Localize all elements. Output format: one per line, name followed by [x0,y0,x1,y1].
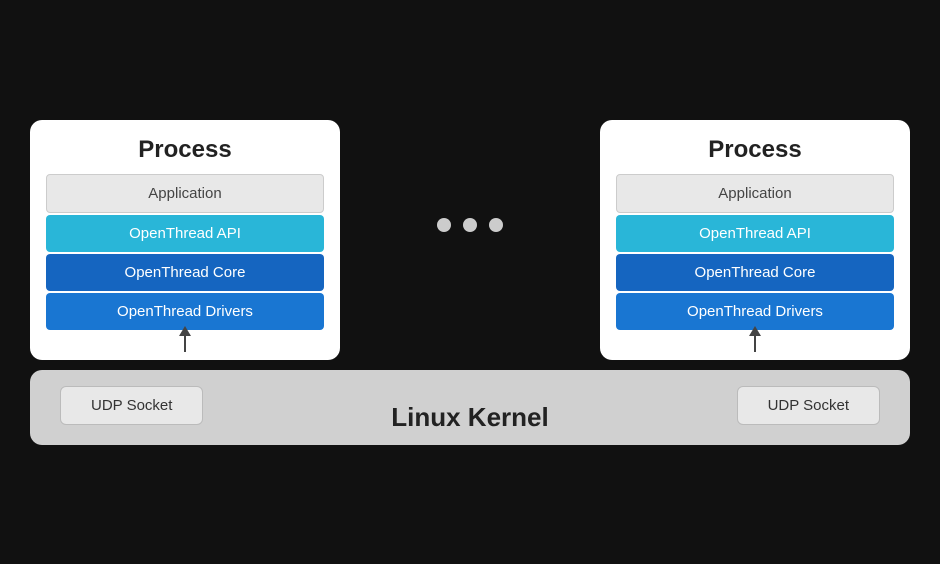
arrow-head-right [749,326,761,336]
layer-drivers-left: OpenThread Drivers [46,293,324,330]
top-wrapper: Process Application OpenThread API OpenT… [30,120,910,360]
dot-2 [463,218,477,232]
arrow-line-right [754,336,756,352]
process-box-left: Process Application OpenThread API OpenT… [30,120,340,360]
dot-3 [489,218,503,232]
process-box-right: Process Application OpenThread API OpenT… [600,120,910,360]
layer-application-left: Application [46,174,324,213]
process-title-right: Process [708,136,801,164]
udp-socket-right: UDP Socket [737,386,880,425]
layer-stack-right: Application OpenThread API OpenThread Co… [616,174,894,330]
layer-stack-left: Application OpenThread API OpenThread Co… [46,174,324,330]
layer-api-right: OpenThread API [616,215,894,252]
arrow-up-left [179,326,191,352]
udp-socket-left: UDP Socket [60,386,203,425]
layer-api-left: OpenThread API [46,215,324,252]
diagram: Process Application OpenThread API OpenT… [20,12,920,552]
process-title-left: Process [138,136,231,164]
layer-drivers-right: OpenThread Drivers [616,293,894,330]
dot-1 [437,218,451,232]
ellipsis-section [340,218,600,262]
arrow-up-right [749,326,761,352]
kernel-title: Linux Kernel [391,402,548,433]
arrow-line-left [184,336,186,352]
linux-kernel-section: UDP Socket Linux Kernel UDP Socket [30,370,910,445]
layer-core-right: OpenThread Core [616,254,894,291]
arrow-head-left [179,326,191,336]
layer-core-left: OpenThread Core [46,254,324,291]
layer-application-right: Application [616,174,894,213]
